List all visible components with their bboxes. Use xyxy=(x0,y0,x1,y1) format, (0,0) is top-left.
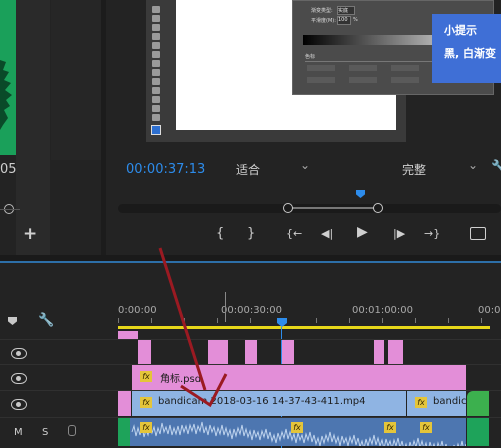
fx-badge: fx xyxy=(140,422,152,433)
ps-row2-label: 平滑度(M): xyxy=(311,18,336,24)
left-timecode: 05 xyxy=(0,162,17,177)
ps-row1-label: 渐变类型: xyxy=(311,8,333,14)
video-clip[interactable]: fx bandica xyxy=(407,391,466,416)
toggle-visibility-eye-icon[interactable] xyxy=(11,373,27,384)
ruler-label: 00:00:30:00 xyxy=(221,305,283,316)
clip-pink[interactable] xyxy=(282,340,294,364)
fx-badge: fx xyxy=(140,397,152,408)
fit-dropdown[interactable]: 适合 ⌄ xyxy=(226,158,314,178)
scrub-bar-range xyxy=(288,207,378,209)
clip-label: bandica xyxy=(433,396,466,407)
ruler-label: 00:01:30 xyxy=(478,305,501,316)
tip-title: 小提示 xyxy=(444,24,477,37)
wrench-icon[interactable]: 🔧 xyxy=(491,160,501,175)
step-back-button[interactable]: ◀| xyxy=(321,227,333,241)
solo-button[interactable]: S xyxy=(42,427,48,438)
ps-tool xyxy=(152,33,160,40)
chevron-down-icon: ⌄ xyxy=(468,158,479,172)
audio-clip-end[interactable] xyxy=(467,418,489,446)
tip-body: 黑, 白渐变 xyxy=(444,47,497,60)
program-timecode[interactable]: 00:00:37:13 xyxy=(126,162,205,177)
work-area-bar[interactable] xyxy=(118,326,490,329)
fx-badge: fx xyxy=(415,397,427,408)
ps-tool xyxy=(152,87,160,94)
ps-tool xyxy=(152,105,160,112)
video-clip[interactable]: fx bandicam 2018-03-16 14-37-43-411.mp4 xyxy=(132,391,406,416)
psd-clip[interactable]: fx 角标.psd xyxy=(132,365,466,390)
fx-badge: fx xyxy=(140,371,152,382)
left-scrub-track xyxy=(0,209,20,210)
clip-pink[interactable] xyxy=(138,340,151,364)
left-panel-divider xyxy=(16,0,50,255)
ps-row2-unit: % xyxy=(353,17,358,23)
ps-row2-value: 100 xyxy=(337,16,351,25)
clip-label: bandicam 2018-03-16 14-37-43-411.mp4 xyxy=(158,396,366,407)
ps-tool xyxy=(152,69,160,76)
clip-pink[interactable] xyxy=(118,391,131,416)
ps-tool xyxy=(152,96,160,103)
audio-waveform-preview xyxy=(0,0,16,155)
wrench-icon[interactable]: 🔧 xyxy=(38,313,54,328)
ps-section-label: 色标 xyxy=(305,54,316,60)
ps-tool xyxy=(152,78,160,85)
ruler-label: 0:00:00 xyxy=(118,305,157,316)
ps-tool xyxy=(152,114,160,121)
quality-value: 完整 xyxy=(402,163,427,177)
ps-row1-value: 实底 xyxy=(337,6,355,15)
ps-color-swatch xyxy=(151,125,161,135)
clip-pink[interactable] xyxy=(388,340,403,364)
mark-out-button[interactable]: } xyxy=(247,227,255,241)
step-forward-button[interactable]: |▶ xyxy=(393,227,405,241)
ruler-ticks xyxy=(118,318,501,323)
out-point-knob[interactable] xyxy=(373,203,383,213)
scrub-bar[interactable] xyxy=(118,203,501,213)
ps-tool xyxy=(152,24,160,31)
ps-tool xyxy=(152,42,160,49)
fx-badge: fx xyxy=(420,422,432,433)
ps-tool xyxy=(152,51,160,58)
play-button[interactable]: ▶ xyxy=(357,225,368,239)
ruler-marker xyxy=(225,292,226,322)
mute-button[interactable]: M xyxy=(14,427,23,438)
ps-tool xyxy=(152,60,160,67)
ruler-label: 00:01:00:00 xyxy=(352,305,414,316)
fx-badge: fx xyxy=(384,422,396,433)
toggle-visibility-eye-icon[interactable] xyxy=(11,399,27,410)
mark-in-button[interactable]: { xyxy=(216,227,224,241)
add-button[interactable]: + xyxy=(23,226,37,243)
program-monitor: 渐变类型: 实底 平滑度(M): 100 % 色标 小提示 黑, 白渐变 00:… xyxy=(106,0,501,255)
microphone-icon[interactable] xyxy=(68,425,76,436)
playhead-marker[interactable] xyxy=(356,190,365,198)
ps-tool xyxy=(152,15,160,22)
ps-screenshot: 渐变类型: 实底 平滑度(M): 100 % 色标 xyxy=(146,0,494,142)
go-to-in-button[interactable]: {← xyxy=(286,227,302,241)
transition-clip[interactable] xyxy=(467,391,489,416)
clip-pink[interactable] xyxy=(208,340,228,364)
in-point-knob[interactable] xyxy=(283,203,293,213)
tip-popup: 小提示 黑, 白渐变 xyxy=(432,14,501,83)
toggle-visibility-eye-icon[interactable] xyxy=(11,348,27,359)
ps-tool xyxy=(152,6,160,13)
clip-pink[interactable] xyxy=(374,340,384,364)
fx-badge: fx xyxy=(291,422,303,433)
clip-pink[interactable] xyxy=(245,340,257,364)
fit-value: 适合 xyxy=(236,163,261,177)
tools-panel: ⇹ ✒ ✋ T xyxy=(51,0,138,160)
export-frame-icon[interactable] xyxy=(470,227,486,240)
quality-dropdown[interactable]: 完整 ⌄ xyxy=(396,158,482,178)
clip-label: 角标.psd xyxy=(160,374,202,385)
audio-clip[interactable]: fx fx fx fx xyxy=(118,418,466,446)
go-to-out-button[interactable]: →} xyxy=(424,227,440,241)
clip-pink[interactable] xyxy=(118,331,138,339)
chevron-down-icon: ⌄ xyxy=(300,158,311,172)
